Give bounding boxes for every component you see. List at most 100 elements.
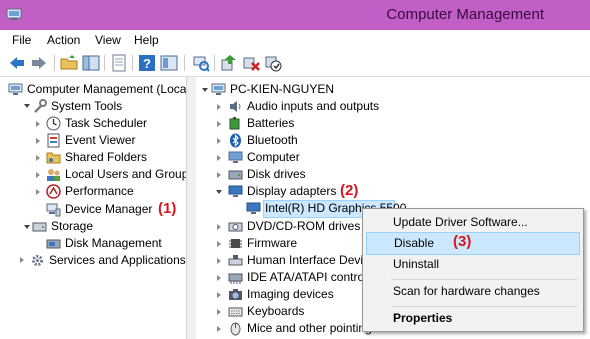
tree-item-performance[interactable]: Performance bbox=[46, 183, 186, 200]
tree-item-label: Audio inputs and outputs bbox=[247, 99, 380, 113]
expand-arrow-icon[interactable] bbox=[217, 224, 221, 230]
expand-arrow-icon[interactable] bbox=[217, 241, 221, 247]
storage-icon bbox=[32, 222, 47, 232]
tree-item-label: Bluetooth bbox=[247, 133, 298, 147]
expand-arrow-icon[interactable] bbox=[217, 309, 221, 315]
tree-item-disk-management[interactable]: Disk Management bbox=[46, 235, 186, 252]
annotation-step-2: (2) bbox=[340, 182, 359, 199]
tree-item-local-users-groups[interactable]: Local Users and Groups bbox=[46, 166, 186, 183]
menu-help[interactable]: Help bbox=[134, 33, 159, 47]
expand-arrow-icon[interactable] bbox=[36, 189, 40, 195]
tree-item-audio[interactable]: Audio inputs and outputs bbox=[228, 98, 428, 115]
menu-item-disable[interactable]: Disable bbox=[366, 232, 580, 255]
annotation-step-3: (3) bbox=[453, 233, 472, 250]
chip-icon bbox=[229, 239, 242, 248]
expand-arrow-icon[interactable] bbox=[36, 172, 40, 178]
console-tree-icon[interactable] bbox=[160, 54, 178, 72]
disk-drive-icon bbox=[228, 170, 243, 180]
expand-arrow-icon[interactable] bbox=[217, 292, 221, 298]
tree-item-task-scheduler[interactable]: Task Scheduler bbox=[46, 115, 186, 132]
menu-action[interactable]: Action bbox=[47, 33, 80, 47]
uninstall-device-icon[interactable] bbox=[242, 54, 260, 72]
console-tree-pane: Computer Management (Local System Tools … bbox=[0, 77, 186, 339]
show-hide-tree-icon[interactable] bbox=[82, 54, 100, 72]
tree-item-label: Batteries bbox=[247, 116, 295, 130]
menu-item-label: Properties bbox=[393, 311, 453, 325]
camera-icon bbox=[229, 289, 242, 300]
tree-item-computer-name[interactable]: PC-KIEN-NGUYEN bbox=[211, 81, 411, 98]
tree-item-label: Firmware bbox=[247, 236, 297, 250]
scan-hardware-icon[interactable] bbox=[192, 54, 210, 72]
tree-item-label: Computer Management (Local bbox=[27, 82, 186, 96]
tree-item-label: Disk drives bbox=[247, 167, 306, 181]
collapse-arrow-icon[interactable] bbox=[202, 88, 208, 92]
computer-management-icon bbox=[8, 83, 23, 95]
expand-arrow-icon[interactable] bbox=[217, 172, 221, 178]
toolbar-separator bbox=[132, 55, 133, 71]
update-driver-icon[interactable] bbox=[220, 54, 238, 72]
tree-item-computer-management[interactable]: Computer Management (Local bbox=[8, 81, 186, 98]
clock-icon bbox=[46, 116, 61, 131]
collapse-arrow-icon[interactable] bbox=[24, 225, 30, 229]
help-icon[interactable]: ? bbox=[138, 54, 156, 72]
collapse-arrow-icon[interactable] bbox=[24, 104, 30, 108]
tree-item-label: Keyboards bbox=[247, 304, 305, 318]
menu-file[interactable]: File bbox=[12, 33, 31, 47]
tree-item-services-applications[interactable]: Services and Applications bbox=[30, 252, 186, 269]
tree-item-label: Services and Applications bbox=[49, 253, 186, 267]
tree-item-label: Performance bbox=[65, 184, 134, 198]
tree-item-label: Imaging devices bbox=[247, 287, 334, 301]
tools-icon bbox=[34, 99, 47, 113]
hid-icon bbox=[228, 255, 243, 266]
battery-icon bbox=[229, 117, 240, 130]
tree-item-label: Computer bbox=[247, 150, 300, 164]
properties-sheet-icon[interactable] bbox=[110, 54, 128, 72]
menu-item-label: Scan for hardware changes bbox=[393, 284, 540, 298]
expand-arrow-icon[interactable] bbox=[217, 326, 221, 332]
expand-arrow-icon[interactable] bbox=[36, 121, 40, 127]
event-viewer-icon bbox=[47, 133, 60, 148]
menu-view[interactable]: View bbox=[95, 33, 121, 47]
expand-arrow-icon[interactable] bbox=[36, 155, 40, 161]
tree-item-computer[interactable]: Computer bbox=[228, 149, 428, 166]
menu-separator bbox=[391, 306, 577, 307]
disable-device-icon[interactable] bbox=[264, 54, 282, 72]
expand-arrow-icon[interactable] bbox=[36, 138, 40, 144]
expand-arrow-icon[interactable] bbox=[217, 275, 221, 281]
menu-item-update-driver[interactable]: Update Driver Software... bbox=[366, 212, 578, 233]
expand-arrow-icon[interactable] bbox=[217, 104, 221, 110]
menu-item-label: Disable bbox=[394, 236, 435, 250]
tree-item-disk-drives[interactable]: Disk drives bbox=[228, 166, 428, 183]
controller-icon bbox=[228, 273, 243, 284]
menu-item-uninstall[interactable]: Uninstall bbox=[366, 254, 578, 275]
tree-item-display-adapters[interactable]: Display adapters bbox=[228, 183, 428, 200]
collapse-arrow-icon[interactable] bbox=[216, 190, 222, 194]
expand-arrow-icon[interactable] bbox=[217, 258, 221, 264]
window-title: Computer Management bbox=[386, 6, 544, 23]
tree-item-label: Task Scheduler bbox=[65, 116, 148, 130]
performance-icon bbox=[46, 184, 61, 199]
up-folder-icon[interactable] bbox=[60, 54, 78, 72]
tree-item-batteries[interactable]: Batteries bbox=[228, 115, 428, 132]
expand-arrow-icon[interactable] bbox=[217, 121, 221, 127]
expand-arrow-icon[interactable] bbox=[217, 138, 221, 144]
menu-item-scan-hardware[interactable]: Scan for hardware changes bbox=[366, 281, 578, 302]
computer-management-icon[interactable] bbox=[6, 8, 22, 21]
tree-item-bluetooth[interactable]: Bluetooth bbox=[228, 132, 428, 149]
tree-item-storage[interactable]: Storage bbox=[32, 218, 182, 235]
tree-item-system-tools[interactable]: System Tools bbox=[32, 98, 182, 115]
toolbar-separator bbox=[54, 55, 55, 71]
forward-arrow-icon[interactable] bbox=[30, 54, 48, 72]
menu-item-properties[interactable]: Properties bbox=[366, 308, 578, 329]
tree-item-shared-folders[interactable]: Shared Folders bbox=[46, 149, 186, 166]
disk-management-icon bbox=[46, 239, 61, 249]
tree-item-label: Local Users and Groups bbox=[65, 167, 186, 181]
tree-item-label: Display adapters bbox=[247, 184, 337, 198]
back-arrow-icon[interactable] bbox=[8, 54, 26, 72]
expand-arrow-icon[interactable] bbox=[217, 155, 221, 161]
expand-arrow-icon[interactable] bbox=[20, 257, 24, 263]
tree-item-event-viewer[interactable]: Event Viewer bbox=[46, 132, 186, 149]
toolbar: ? bbox=[0, 50, 590, 77]
optical-drive-icon bbox=[228, 222, 243, 232]
keyboard-icon bbox=[228, 307, 243, 317]
